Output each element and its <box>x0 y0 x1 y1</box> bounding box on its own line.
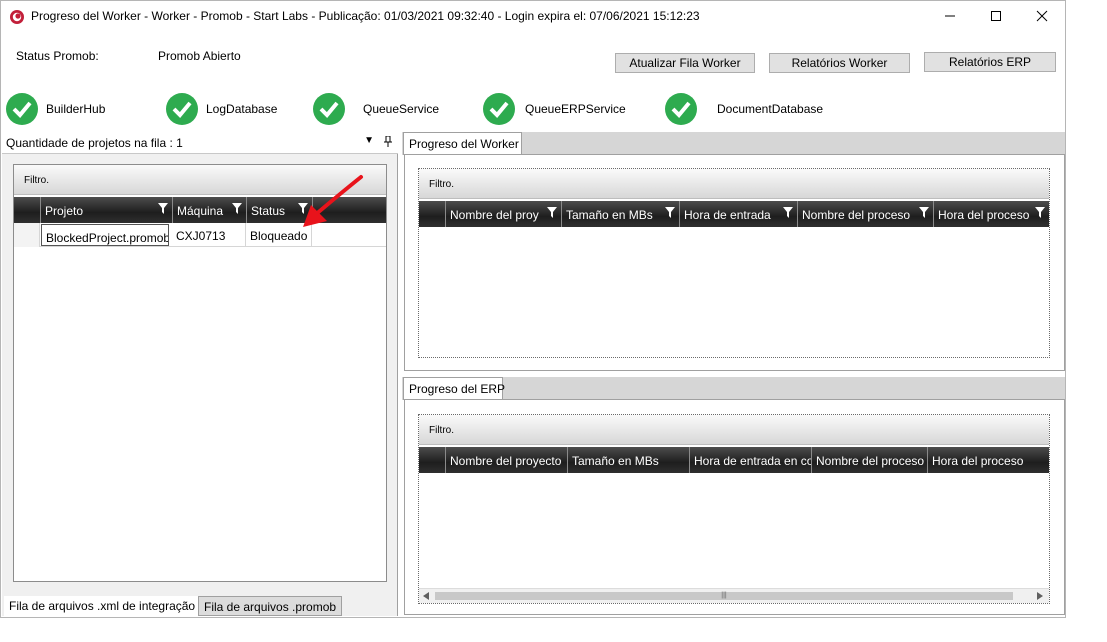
service-documentdatabase: DocumentDatabase <box>665 93 823 125</box>
tab-erp-progress[interactable]: Progreso del ERP <box>403 377 505 400</box>
minimize-icon <box>945 15 955 17</box>
tab-promob-queue[interactable]: Fila de arquivos .promob <box>198 596 343 616</box>
filter-icon[interactable] <box>783 207 793 218</box>
cell-project[interactable]: BlockedProject.promob <box>41 224 169 246</box>
close-icon <box>1036 10 1048 22</box>
erp-grid-header: Nombre del proyecto Tamaño en MBs Hora d… <box>419 447 1049 473</box>
scroll-thumb[interactable]: ||| <box>435 592 1013 600</box>
service-builderhub: BuilderHub <box>6 93 105 125</box>
pin-icon[interactable] <box>384 135 392 150</box>
column-header-maquina[interactable]: Máquina <box>172 197 246 223</box>
filter-label: Filtro. <box>429 179 454 190</box>
service-name: LogDatabase <box>206 102 278 116</box>
column-header-process-time[interactable]: Hora del proceso <box>933 201 1049 227</box>
maximize-icon <box>991 11 1001 21</box>
annotation-arrow-icon <box>303 175 363 227</box>
scroll-left-icon[interactable] <box>423 592 429 600</box>
maximize-button[interactable] <box>973 1 1019 31</box>
erp-reports-button[interactable]: Relatórios ERP <box>924 52 1056 72</box>
column-header-process-name[interactable]: Nombre del proceso <box>811 447 927 473</box>
check-icon <box>6 93 38 125</box>
column-header-entry-time[interactable]: Hora de entrada <box>679 201 797 227</box>
panel-dropdown-icon[interactable]: ▼ <box>364 135 374 146</box>
service-logdatabase: LogDatabase <box>166 93 277 125</box>
cell-machine[interactable]: CXJ0713 <box>172 223 246 247</box>
queue-panel-header: Quantidade de projetos na fila : 1 ▼ <box>2 132 398 154</box>
column-header-entry-time[interactable]: Hora de entrada en co <box>689 447 811 473</box>
filter-icon[interactable] <box>665 207 675 218</box>
erp-grid: Filtro. Nombre del proyecto Tamaño en MB… <box>418 414 1050 604</box>
status-label: Status Promob: <box>16 49 99 63</box>
check-icon <box>665 93 697 125</box>
status-value: Promob Abierto <box>158 49 241 63</box>
column-header-process-time[interactable]: Hora del proceso <box>927 447 1049 473</box>
close-button[interactable] <box>1019 1 1065 31</box>
worker-grid: Filtro. Nombre del proy Tamaño en MBs Ho… <box>418 168 1050 358</box>
filter-icon[interactable] <box>919 207 929 218</box>
check-icon <box>483 93 515 125</box>
minimize-button[interactable] <box>927 1 973 31</box>
filter-label: Filtro. <box>429 425 454 436</box>
column-header-size[interactable]: Tamaño en MBs <box>561 201 679 227</box>
worker-reports-button[interactable]: Relatórios Worker <box>769 53 910 73</box>
filter-icon[interactable] <box>232 203 242 214</box>
filter-bar[interactable]: Filtro. <box>419 415 1049 445</box>
filter-bar[interactable]: Filtro. <box>419 169 1049 199</box>
check-icon <box>166 93 198 125</box>
column-header-projeto[interactable]: Projeto <box>40 197 172 223</box>
service-name: QueueService <box>363 102 440 116</box>
column-header-size[interactable]: Tamaño en MBs <box>567 447 689 473</box>
filter-icon[interactable] <box>1035 207 1045 218</box>
filter-label: Filtro. <box>24 175 49 186</box>
filter-icon[interactable] <box>158 203 168 214</box>
erp-progress-frame: Filtro. Nombre del proyecto Tamaño en MB… <box>404 399 1065 615</box>
update-queue-button[interactable]: Atualizar Fila Worker <box>615 53 755 73</box>
service-queueerpservice: QueueERPService <box>483 93 626 125</box>
service-name: BuilderHub <box>46 102 106 116</box>
scroll-right-icon[interactable] <box>1037 592 1043 600</box>
worker-grid-header: Nombre del proy Tamaño en MBs Hora de en… <box>419 201 1049 227</box>
column-header-project-name[interactable]: Nombre del proyecto <box>445 447 567 473</box>
title-bar: Progreso del Worker - Worker - Promob - … <box>1 1 1065 33</box>
column-header-process-name[interactable]: Nombre del proceso <box>797 201 933 227</box>
tab-worker-progress[interactable]: Progreso del Worker <box>403 132 522 155</box>
service-name: QueueERPService <box>525 102 626 116</box>
service-name: DocumentDatabase <box>717 102 824 116</box>
check-icon <box>313 93 345 125</box>
service-queueservice: QueueService <box>313 93 439 125</box>
app-window: Progreso del Worker - Worker - Promob - … <box>0 0 1066 618</box>
column-header-project-name[interactable]: Nombre del proy <box>445 201 561 227</box>
window-title: Progreso del Worker - Worker - Promob - … <box>31 9 700 23</box>
filter-icon[interactable] <box>547 207 557 218</box>
queue-count-label: Quantidade de projetos na fila : 1 <box>6 136 183 150</box>
app-logo-icon <box>10 10 24 24</box>
worker-progress-frame: Filtro. Nombre del proy Tamaño en MBs Ho… <box>404 154 1065 371</box>
tab-xml-queue[interactable]: Fila de arquivos .xml de integração <box>4 596 201 616</box>
row-selector[interactable] <box>14 223 40 247</box>
horizontal-scrollbar[interactable]: ||| <box>419 588 1049 603</box>
